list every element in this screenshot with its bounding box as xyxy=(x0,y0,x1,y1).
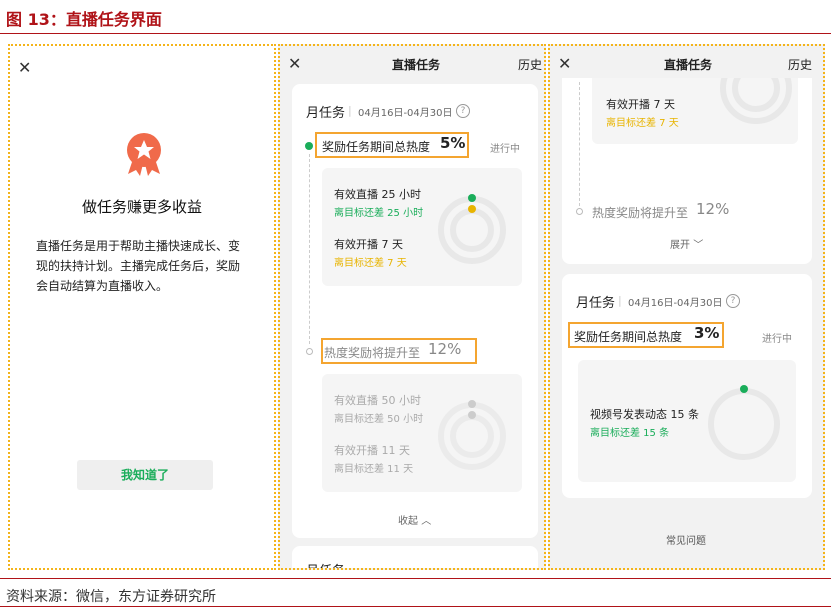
previous-month-card: 有效开播 7 天 离目标还差 7 天 热度奖励将提升至 12% 展开 ﹀ xyxy=(562,46,812,264)
medal-icon xyxy=(124,130,164,178)
progress-marker-green xyxy=(740,385,748,393)
requirement-remaining: 离目标还差 7 天 xyxy=(334,258,407,269)
requirement-label: 有效开播 7 天 xyxy=(334,238,403,251)
progress-ring-inner xyxy=(450,208,494,252)
intro-desc-line: 现的扶持计划。主播完成任务后，奖励 xyxy=(36,259,241,273)
progress-marker-yellow xyxy=(468,205,476,213)
task-title: 奖励任务期间总热度 xyxy=(322,140,431,154)
progress-marker-gray xyxy=(468,411,476,419)
progress-marker-gray xyxy=(468,400,476,408)
header-title: 直播任务 xyxy=(664,58,713,72)
close-icon[interactable]: ✕ xyxy=(558,54,571,73)
intro-desc-line: 直播任务是用于帮助主播快速成长、变 xyxy=(36,239,241,253)
source-note: 资料来源：微信，东方证券研究所 xyxy=(6,589,216,605)
history-link[interactable]: 历史 xyxy=(788,56,812,73)
requirement-label: 视频号发表动态 15 条 xyxy=(590,408,699,421)
task-title: 奖励任务期间总热度 xyxy=(574,330,683,344)
requirement-remaining: 离目标还差 11 天 xyxy=(334,464,414,475)
status-label: 进行中 xyxy=(490,144,520,155)
requirement-remaining: 离目标还差 15 条 xyxy=(590,428,670,439)
progress-dot-pending xyxy=(306,348,313,355)
close-icon[interactable]: ✕ xyxy=(18,58,31,77)
next-month-card: 月任务 xyxy=(292,546,538,568)
task-panel-collapsed: 有效开播 7 天 离目标还差 7 天 热度奖励将提升至 12% 展开 ﹀ ✕ 直… xyxy=(548,44,825,570)
task-panel-expanded: ✕ 直播任务 历史 月任务 | 04月16日-04月30日 ? 奖励任务期间总热… xyxy=(278,44,546,570)
faq-link[interactable]: 常见问题 xyxy=(666,532,706,547)
boost-text: 热度奖励将提升至 xyxy=(324,346,421,360)
help-icon[interactable]: ? xyxy=(726,294,740,308)
chevron-up-icon: ︿ xyxy=(421,516,432,527)
title-rule xyxy=(0,33,831,34)
progress-ring xyxy=(708,388,780,460)
boost-percent: 12% xyxy=(696,200,730,218)
requirement-label: 有效直播 25 小时 xyxy=(334,188,421,201)
expand-link[interactable]: 展开 ﹀ xyxy=(670,236,703,251)
requirement-label: 有效直播 50 小时 xyxy=(334,394,421,407)
chevron-down-icon: ﹀ xyxy=(693,240,704,251)
requirement-label: 有效开播 11 天 xyxy=(334,444,410,457)
close-icon[interactable]: ✕ xyxy=(288,54,301,73)
header-title: 直播任务 xyxy=(392,58,441,72)
task-percent: 3% xyxy=(694,324,720,342)
help-icon[interactable]: ? xyxy=(456,104,470,118)
separator: | xyxy=(348,104,352,117)
intro-desc-line: 会自动结算为直播收入。 xyxy=(36,279,169,293)
figure-title: 图 13：直播任务界面 xyxy=(6,10,162,29)
status-label: 进行中 xyxy=(762,334,792,345)
timeline-line xyxy=(309,154,310,344)
intro-description: 直播任务是用于帮助主播快速成长、变 现的扶持计划。主播完成任务后，奖励 会自动结… xyxy=(36,236,240,296)
task-percent: 5% xyxy=(440,134,466,152)
collapse-link[interactable]: 收起 ︿ xyxy=(398,512,431,527)
timeline-line xyxy=(579,82,580,206)
month-label: 月任务 xyxy=(576,296,616,311)
date-range: 04月16日-04月30日 xyxy=(358,108,453,119)
collapse-label: 收起 xyxy=(398,516,418,527)
history-link[interactable]: 历史 xyxy=(518,56,542,73)
task-requirements-box: 视频号发表动态 15 条 离目标还差 15 条 xyxy=(578,360,796,482)
requirement-remaining: 离目标还差 25 小时 xyxy=(334,208,424,219)
intro-panel: ✕ 做任务赚更多收益 直播任务是用于帮助主播快速成长、变 现的扶持计划。主播完成… xyxy=(8,44,276,570)
requirement-remaining: 离目标还差 50 小时 xyxy=(334,414,424,425)
boost-text: 热度奖励将提升至 xyxy=(592,206,689,220)
task-requirements-box: 有效直播 25 小时 离目标还差 25 小时 有效开播 7 天 离目标还差 7 … xyxy=(322,168,522,286)
separator: | xyxy=(618,294,622,307)
boost-percent: 12% xyxy=(428,340,462,358)
next-requirements-box: 有效直播 50 小时 离目标还差 50 小时 有效开播 11 天 离目标还差 1… xyxy=(322,374,522,492)
requirement-label: 有效开播 7 天 xyxy=(606,98,675,111)
intro-heading: 做任务赚更多收益 xyxy=(81,198,202,216)
ok-button[interactable]: 我知道了 xyxy=(77,460,213,490)
progress-marker-green xyxy=(468,194,476,202)
progress-dot-pending xyxy=(576,208,583,215)
progress-ring-inner xyxy=(450,414,494,458)
month-task-card: 月任务 | 04月16日-04月30日 ? 奖励任务期间总热度 5% 进行中 有… xyxy=(292,84,538,538)
requirement-remaining: 离目标还差 7 天 xyxy=(606,118,679,129)
month-task-card: 月任务 | 04月16日-04月30日 ? 奖励任务期间总热度 3% 进行中 视… xyxy=(562,274,812,498)
progress-dot-active xyxy=(305,142,313,150)
month-label: 月任务 xyxy=(306,106,346,121)
source-rule xyxy=(0,578,831,579)
bottom-rule xyxy=(0,606,831,607)
month-label: 月任务 xyxy=(306,560,345,568)
expand-label: 展开 xyxy=(670,240,690,251)
date-range: 04月16日-04月30日 xyxy=(628,298,723,309)
